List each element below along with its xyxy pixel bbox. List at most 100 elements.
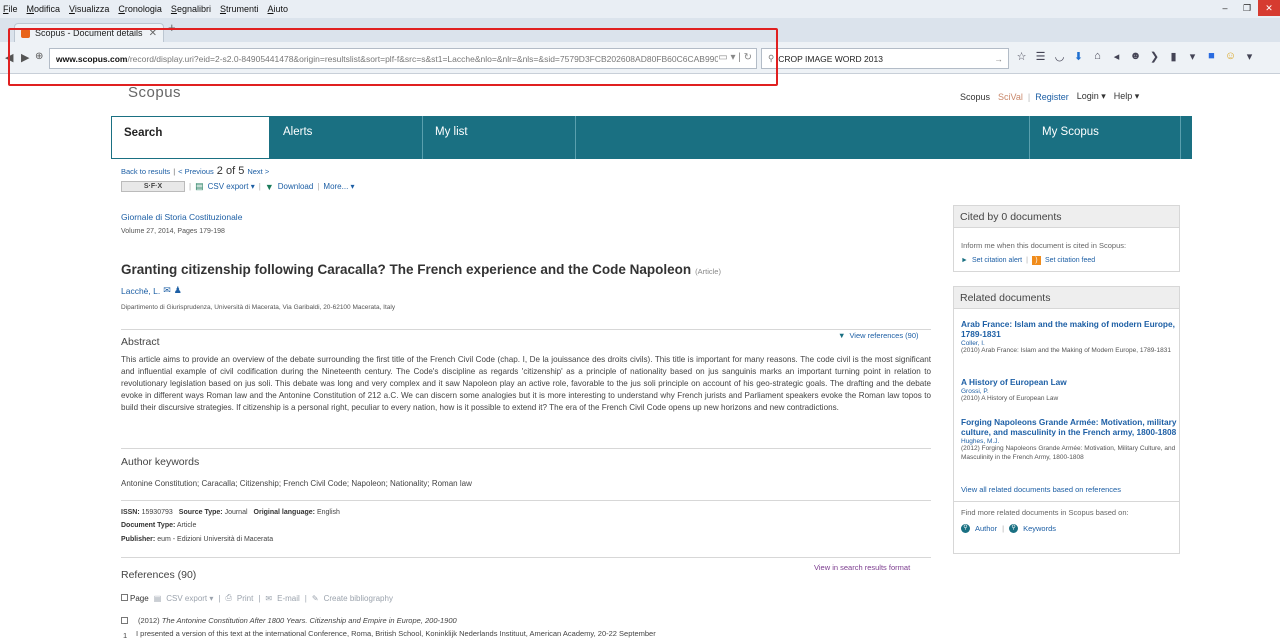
view-search-results-link[interactable]: View in search results format — [814, 563, 910, 572]
next-link[interactable]: Next > — [247, 167, 269, 176]
window-controls: – ❐ ✕ — [1214, 0, 1280, 18]
home-icon[interactable]: ⌂ — [1088, 50, 1107, 63]
related-title-link[interactable]: A History of European Law — [961, 377, 1177, 387]
find-more-links: ⚲ Author | ⚲ Keywords — [961, 524, 1056, 533]
help-menu[interactable]: Help ▾ — [1114, 91, 1140, 102]
menu-visualizza[interactable]: Visualizza — [69, 4, 109, 14]
separator: | — [317, 182, 320, 191]
doc-type-label: Document Type: — [121, 522, 176, 529]
back-to-results-link[interactable]: Back to results — [121, 167, 170, 176]
scopus-link[interactable]: Scopus — [960, 92, 990, 102]
bibliography-icon: ✎ — [311, 593, 319, 603]
emoji-addon-icon[interactable]: ☺ — [1221, 50, 1240, 63]
reference-tools: Page ▤ CSV export ▾ | ⎙ Print | ✉ E-mail… — [121, 593, 393, 603]
separator: | — [258, 593, 261, 603]
set-citation-feed-link[interactable]: Set citation feed — [1045, 257, 1095, 264]
scopus-logo[interactable]: Scopus — [128, 84, 181, 101]
menu-modifica[interactable]: Modifica — [27, 4, 61, 14]
set-citation-alert-link[interactable]: Set citation alert — [972, 257, 1022, 264]
language-label: Original language: — [253, 509, 315, 516]
restore-button[interactable]: ❐ — [1236, 0, 1258, 16]
download-button[interactable]: Download — [278, 182, 314, 191]
author-link[interactable]: Lacchè, L. — [121, 286, 160, 296]
tab-search[interactable]: Search — [111, 116, 270, 159]
notification-icon[interactable]: ■ — [1202, 50, 1221, 63]
tab-my-list[interactable]: My list — [423, 116, 576, 159]
person-icon[interactable]: ♟ — [174, 285, 182, 296]
related-title-link[interactable]: Arab France: Islam and the making of mod… — [961, 319, 1177, 339]
sfx-button[interactable]: S·F·X — [121, 181, 185, 192]
email-ref-icon: ✉ — [265, 593, 273, 603]
search-bar[interactable]: ⚲ CROP IMAGE WORD 2013 → — [761, 48, 1009, 69]
bookmark-star-icon[interactable]: ☆ — [1012, 50, 1031, 63]
share-icon[interactable]: ◂ — [1107, 50, 1126, 63]
separator: | — [173, 166, 176, 176]
journal-link[interactable]: Giornale di Storia Costituzionale — [121, 212, 242, 222]
results-navigation: Back to results | < Previous 2 of 5 Next… — [121, 165, 269, 177]
overflow-chevron-icon[interactable]: ▾ — [1183, 50, 1202, 63]
related-author-link[interactable]: Hughes, M.J. — [961, 438, 1177, 445]
ref-csv-export[interactable]: CSV export ▾ — [166, 594, 213, 603]
forward-arrow-icon[interactable]: ▶ — [21, 51, 29, 64]
menu-segnalibri[interactable]: Segnalibri — [171, 4, 211, 14]
close-window-button[interactable]: ✕ — [1258, 0, 1280, 16]
tab-close-icon[interactable]: ✕ — [149, 28, 157, 39]
menu-chevron-icon[interactable]: ▾ — [1240, 50, 1259, 63]
related-author-link[interactable]: Grossi, P. — [961, 388, 1177, 395]
tab-alerts[interactable]: Alerts — [271, 116, 423, 159]
login-menu[interactable]: Login ▾ — [1077, 91, 1106, 102]
document-actions: S·F·X | ▤ CSV export ▾ | ▼ Download | Mo… — [121, 181, 355, 192]
reference-checkbox[interactable] — [121, 617, 128, 624]
view-all-related-link[interactable]: View all related documents based on refe… — [961, 485, 1121, 494]
library-icon[interactable]: ▮ — [1164, 50, 1183, 63]
print-button[interactable]: Print — [237, 594, 253, 603]
tab-spacer — [576, 116, 1030, 159]
back-arrow-icon[interactable]: ◀ — [5, 51, 13, 64]
chat-icon[interactable]: ☻ — [1126, 50, 1145, 63]
menu-aiuto[interactable]: Aiuto — [268, 4, 289, 14]
view-references-link[interactable]: View references (90) — [849, 331, 918, 340]
browser-tab-scopus[interactable]: Scopus - Document details ✕ — [14, 23, 164, 42]
menu-file[interactable]: File — [3, 4, 18, 14]
search-go-icon[interactable]: → — [995, 54, 1004, 64]
header-links: Scopus SciVal | Register Login ▾ Help ▾ — [956, 91, 1143, 102]
csv-export-button[interactable]: CSV export ▾ — [208, 182, 255, 191]
separator: | — [189, 182, 192, 191]
source-type-value: Journal — [224, 509, 248, 516]
address-bar[interactable]: www.scopus.com /record/display.uri?eid=2… — [49, 48, 757, 69]
related-author-link[interactable]: Coller, I. — [961, 340, 1177, 347]
download-icon[interactable]: ⬇ — [1069, 50, 1088, 63]
url-bar-icons[interactable]: ▭ ▾ | ↻ — [718, 52, 752, 63]
divider — [121, 448, 931, 449]
related-documents-panel: Related documents Arab France: Islam and… — [953, 286, 1180, 554]
separator: | — [1027, 91, 1031, 102]
separator: | — [218, 593, 221, 603]
related-author-button[interactable]: Author — [975, 524, 997, 533]
related-keywords-button[interactable]: Keywords — [1023, 524, 1056, 533]
reference-note: I presented a version of this text at th… — [136, 629, 656, 638]
email-icon[interactable]: ✉ — [163, 285, 171, 296]
email-button[interactable]: E-mail — [277, 594, 300, 603]
menu-strumenti[interactable]: Strumenti — [220, 4, 259, 14]
register-link[interactable]: Register — [1035, 92, 1069, 102]
previous-link[interactable]: < Previous — [178, 167, 214, 176]
csv-export-icon: ▤ — [195, 181, 204, 191]
minimize-button[interactable]: – — [1214, 0, 1236, 16]
bibliography-button[interactable]: Create bibliography — [324, 594, 393, 603]
navigation-toolbar: ◀ ▶ ⊕ www.scopus.com /record/display.uri… — [0, 42, 1280, 74]
alert-icon: ► — [961, 257, 968, 264]
extension-icon[interactable]: ❯ — [1145, 50, 1164, 63]
related-title-link[interactable]: Forging Napoleons Grande Armée: Motivati… — [961, 417, 1177, 437]
csv-export-ref-icon: ▤ — [153, 593, 162, 603]
new-tab-icon[interactable]: + — [168, 20, 176, 35]
page-checkbox[interactable] — [121, 593, 128, 601]
site-identity-icon[interactable]: ⊕ — [35, 51, 43, 62]
tab-my-scopus[interactable]: My Scopus — [1030, 116, 1181, 159]
pocket-icon[interactable]: ◡ — [1050, 50, 1069, 63]
menu-cronologia[interactable]: Cronologia — [118, 4, 162, 14]
separator: | — [258, 182, 261, 191]
scival-link[interactable]: SciVal — [998, 92, 1023, 102]
more-button[interactable]: More... ▾ — [323, 182, 354, 191]
reader-icon[interactable]: ☰ — [1031, 50, 1050, 63]
reference-number: 1 — [123, 631, 128, 640]
